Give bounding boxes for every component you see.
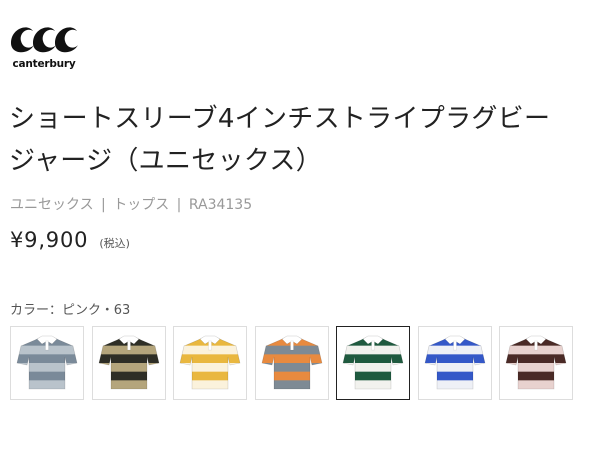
product-title: ショートスリーブ4インチストライプラグビー ジャージ（ユニセックス） — [9, 98, 594, 182]
product-type: トップス — [113, 197, 170, 213]
tax-note: (税込) — [99, 237, 130, 250]
rugby-shirt-icon — [16, 335, 78, 390]
product-title-line2: ジャージ（ユニセックス） — [9, 146, 323, 176]
rugby-shirt-icon — [342, 335, 404, 390]
rugby-shirt-icon — [505, 335, 567, 390]
product-price: ¥9,900 (税込) — [10, 228, 130, 252]
product-meta: ユニセックス | トップス | RA34135 — [10, 194, 252, 214]
color-label: カラー：ピンク・63 — [10, 303, 131, 318]
rugby-shirt-icon — [179, 335, 241, 390]
meta-separator: | — [176, 197, 182, 213]
color-swatch-yellow[interactable] — [173, 326, 247, 400]
color-swatch-pink-brown[interactable] — [499, 326, 573, 400]
color-swatch-grey[interactable] — [10, 326, 84, 400]
color-swatch-blue[interactable] — [417, 326, 492, 400]
product-category: ユニセックス — [10, 197, 94, 213]
rugby-shirt-icon — [261, 335, 322, 390]
brand-name: canterbury — [12, 58, 76, 70]
color-swatch-khaki-black[interactable] — [91, 326, 166, 400]
brand-logo[interactable]: canterbury — [8, 21, 80, 73]
color-swatch-green[interactable] — [336, 326, 410, 400]
product-title-line1: ショートスリーブ4インチストライプラグビー — [9, 104, 551, 134]
rugby-shirt-icon — [98, 335, 159, 390]
product-code: RA34135 — [188, 197, 253, 213]
ccc-logo-icon — [11, 27, 78, 53]
price-amount: ¥9,900 — [10, 228, 89, 252]
meta-separator: | — [101, 197, 106, 213]
color-swatch-orange-grey[interactable] — [254, 326, 329, 400]
rugby-shirt-icon — [424, 335, 485, 390]
